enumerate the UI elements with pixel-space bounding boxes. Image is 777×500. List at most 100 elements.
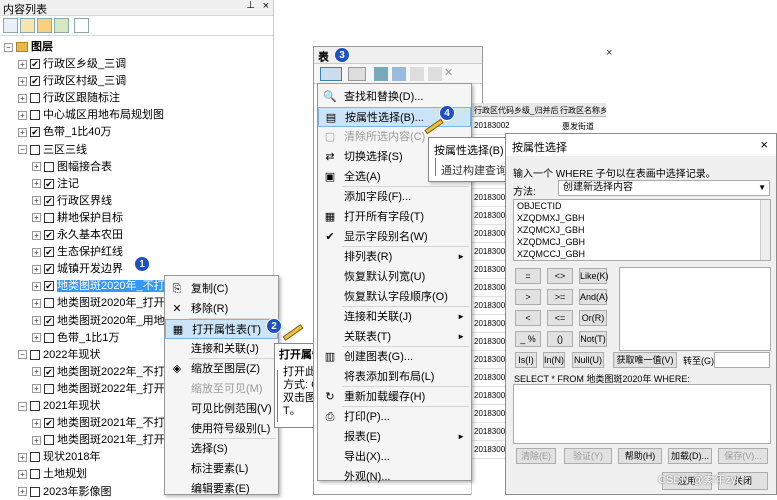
- menu-item[interactable]: ▦ 打开属性表(T): [165, 319, 278, 339]
- field-list[interactable]: OBJECTID XZQDMXJ_GBH XZQMCXJ_GBH XZQDMCJ_GB…: [513, 199, 771, 261]
- expand-icon[interactable]: +: [18, 452, 27, 462]
- field-list-item[interactable]: XZQDMCJ_GBH: [514, 236, 770, 248]
- operator-button[interactable]: _ %: [515, 331, 541, 347]
- layer-tree-item[interactable]: + ✔ 行政区村级_三调: [18, 73, 126, 89]
- layer-visibility-checkbox[interactable]: ✔: [30, 76, 40, 87]
- menu-item[interactable]: 🔍 查找和替换(D)...: [318, 87, 471, 107]
- layer-visibility-checkbox[interactable]: [44, 383, 54, 394]
- layer-tree-item[interactable]: + 土地规划: [18, 466, 87, 482]
- layer-tree-item[interactable]: + 图幅接合表: [32, 159, 112, 175]
- layer-tree-item[interactable]: + 耕地保护目标: [32, 210, 123, 226]
- layer-visibility-checkbox[interactable]: [30, 486, 40, 497]
- menu-item[interactable]: ✔ 显示字段别名(W): [318, 227, 471, 247]
- expand-icon[interactable]: +: [32, 179, 41, 189]
- operator-button[interactable]: <: [515, 310, 541, 326]
- layer-visibility-checkbox[interactable]: [30, 110, 40, 121]
- layer-visibility-checkbox[interactable]: [30, 401, 40, 412]
- layer-tree-item[interactable]: + 地类图斑2022年_打开: [32, 381, 165, 397]
- field-list-scrollbar[interactable]: [760, 200, 770, 260]
- layer-tree-item[interactable]: + 地类图斑2021年_打开: [32, 432, 165, 448]
- menu-item[interactable]: ▥ 创建图表(G)...: [318, 347, 471, 367]
- layer-tree-item[interactable]: + ✔ 色带_1比40万: [18, 124, 111, 140]
- layer-tree-item[interactable]: + ✔ 注记: [32, 176, 79, 192]
- load-button[interactable]: 加载(D)...: [668, 448, 712, 464]
- menu-item[interactable]: 标注要素(L): [165, 459, 278, 479]
- options-icon[interactable]: [74, 18, 89, 33]
- layer-visibility-checkbox[interactable]: [44, 298, 54, 309]
- menu-item[interactable]: ⎘ 复制(C): [165, 279, 278, 299]
- layer-tree-item[interactable]: + ✔ 城镇开发边界: [32, 261, 123, 277]
- layer-tree-item[interactable]: +2023年影像图: [18, 484, 111, 500]
- get-unique-values-button[interactable]: 获取唯一值(V): [613, 352, 677, 368]
- layer-visibility-checkbox[interactable]: ✔: [44, 315, 54, 326]
- field-list-item[interactable]: OBJECTID: [514, 200, 770, 212]
- list-by-source-icon[interactable]: [20, 18, 35, 33]
- layer-tree-item[interactable]: − 三区三线: [18, 142, 87, 158]
- layer-tree-item[interactable]: + ✔ 地类图斑2020年_不打开: [32, 278, 176, 294]
- method-select[interactable]: 创建新选择内容 ▼: [558, 180, 770, 196]
- operator-button[interactable]: =: [515, 268, 541, 284]
- layer-visibility-checkbox[interactable]: [44, 212, 54, 223]
- operator-button[interactable]: (): [547, 331, 573, 347]
- collapse-icon[interactable]: −: [18, 350, 27, 360]
- layer-visibility-checkbox[interactable]: [30, 93, 40, 104]
- expand-icon[interactable]: +: [32, 230, 41, 240]
- layer-visibility-checkbox[interactable]: [44, 161, 54, 172]
- layer-tree-item[interactable]: + ✔ 地类图斑2021年_不打开: [32, 415, 176, 431]
- close-icon[interactable]: ×: [606, 47, 612, 59]
- menu-item[interactable]: 将表添加到布局(L): [318, 367, 471, 387]
- select-by-attributes-icon[interactable]: [374, 67, 388, 81]
- menu-item[interactable]: 排列表(R) ►: [318, 247, 471, 267]
- expand-icon[interactable]: +: [32, 196, 41, 206]
- close-icon[interactable]: ×: [263, 0, 269, 12]
- list-by-selection-icon[interactable]: [54, 18, 69, 33]
- layer-tree-item[interactable]: + ✔ 行政区乡级_三调: [18, 56, 126, 72]
- layer-tree-item[interactable]: + ✔ 地类图斑2022年_不打开: [32, 364, 176, 380]
- layer-tree-item[interactable]: + 中心城区用地布局规划图: [18, 107, 164, 123]
- help-button[interactable]: 帮助(H): [618, 448, 662, 464]
- operator-button[interactable]: <=: [547, 310, 573, 326]
- expand-icon[interactable]: +: [18, 93, 27, 103]
- menu-item[interactable]: ⎙ 打印(P)...: [318, 407, 471, 427]
- expand-icon[interactable]: +: [18, 110, 27, 120]
- operator-button[interactable]: And(A): [579, 289, 608, 305]
- layer-visibility-checkbox[interactable]: ✔: [44, 418, 54, 429]
- clear-button[interactable]: 清除(E): [516, 448, 556, 464]
- layer-visibility-checkbox[interactable]: [30, 349, 40, 360]
- expand-icon[interactable]: +: [18, 76, 27, 86]
- operator-button[interactable]: Like(K): [579, 268, 609, 284]
- layer-visibility-checkbox[interactable]: [44, 332, 54, 343]
- unique-values-list[interactable]: [619, 267, 771, 351]
- menu-item[interactable]: 关联表(T) ►: [318, 327, 471, 347]
- menu-item[interactable]: 连接和关联(J) ►: [318, 307, 471, 327]
- delete-selected-icon[interactable]: [428, 67, 442, 81]
- where-clause-input[interactable]: [513, 384, 771, 444]
- field-list-item[interactable]: XZQMCXJ_GBH: [514, 224, 770, 236]
- switch-selection-icon[interactable]: [392, 67, 406, 81]
- menu-item[interactable]: 报表(E) ►: [318, 427, 471, 447]
- layer-tree-item[interactable]: + ✔ 地类图斑2020年_用地: [32, 313, 165, 329]
- layers-root[interactable]: − 图层: [4, 39, 53, 55]
- list-by-drawing-order-icon[interactable]: [3, 18, 18, 33]
- layer-tree-item[interactable]: + 地类图斑2020年_打开: [32, 295, 165, 311]
- menu-item[interactable]: ◈ 缩放至图层(Z): [165, 359, 278, 379]
- layer-visibility-checkbox[interactable]: ✔: [44, 178, 54, 189]
- layer-visibility-checkbox[interactable]: ✔: [30, 127, 40, 138]
- layer-visibility-checkbox[interactable]: ✔: [44, 281, 54, 292]
- layer-visibility-checkbox[interactable]: ✔: [44, 366, 54, 377]
- related-tables-icon[interactable]: [348, 67, 366, 81]
- menu-item[interactable]: ✕ 移除(R): [165, 299, 278, 319]
- expand-icon[interactable]: +: [32, 298, 41, 308]
- menu-item[interactable]: ↻ 重新加载缓存(H): [318, 387, 471, 407]
- column-header[interactable]: 行政区名称乡级: [560, 105, 606, 116]
- null-button[interactable]: Null(U): [572, 352, 604, 368]
- collapse-icon[interactable]: −: [18, 401, 27, 411]
- menu-item[interactable]: 使用符号级别(L): [165, 419, 278, 439]
- menu-item[interactable]: 外观(N)...: [318, 467, 471, 487]
- expand-icon[interactable]: +: [32, 435, 41, 445]
- collapse-icon[interactable]: −: [18, 145, 27, 155]
- menu-item[interactable]: 编辑要素(E): [165, 479, 278, 499]
- layer-tree-item[interactable]: − 2021年现状: [18, 398, 100, 414]
- layer-tree-item[interactable]: + 色带_1比1万: [32, 330, 119, 346]
- menu-item[interactable]: ▦ 打开所有字段(T): [318, 207, 471, 227]
